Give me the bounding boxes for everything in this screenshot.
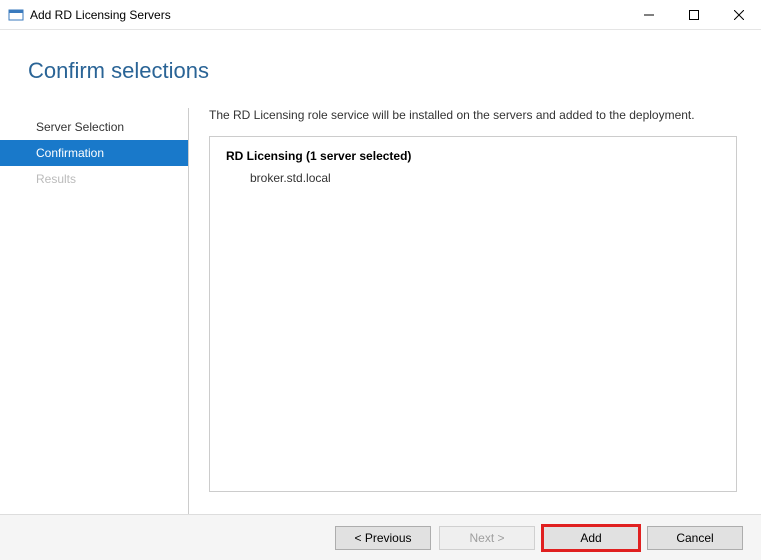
titlebar: Add RD Licensing Servers	[0, 0, 761, 30]
add-button[interactable]: Add	[543, 526, 639, 550]
main-content: The RD Licensing role service will be in…	[209, 108, 761, 538]
server-item: broker.std.local	[226, 171, 720, 185]
nav-item-server-selection[interactable]: Server Selection	[0, 114, 188, 140]
selection-panel: RD Licensing (1 server selected) broker.…	[209, 136, 737, 492]
cancel-button[interactable]: Cancel	[647, 526, 743, 550]
nav-item-results: Results	[0, 166, 188, 192]
wizard-steps: Server SelectionConfirmationResults	[0, 108, 188, 538]
close-button[interactable]	[716, 0, 761, 29]
page-title: Confirm selections	[0, 30, 761, 108]
next-button: Next >	[439, 526, 535, 550]
button-bar: < Previous Next > Add Cancel	[0, 514, 761, 560]
window-title: Add RD Licensing Servers	[30, 8, 626, 22]
previous-button[interactable]: < Previous	[335, 526, 431, 550]
description-text: The RD Licensing role service will be in…	[209, 108, 737, 122]
minimize-button[interactable]	[626, 0, 671, 29]
window-controls	[626, 0, 761, 29]
app-icon	[8, 7, 24, 23]
group-title: RD Licensing (1 server selected)	[226, 149, 720, 163]
body-area: Server SelectionConfirmationResults The …	[0, 108, 761, 538]
nav-item-confirmation[interactable]: Confirmation	[0, 140, 188, 166]
maximize-button[interactable]	[671, 0, 716, 29]
divider	[188, 108, 189, 538]
